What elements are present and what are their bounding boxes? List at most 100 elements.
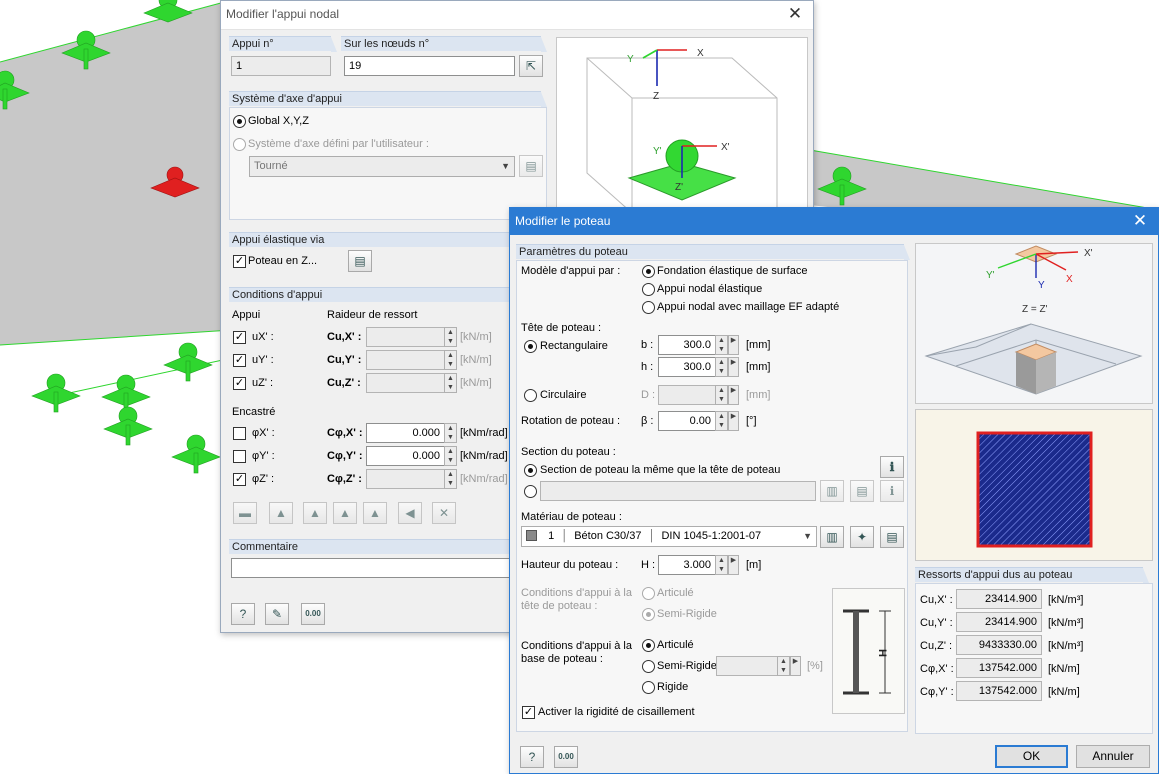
support-col-label: Appui — [232, 309, 261, 321]
help-icon[interactable]: ? — [231, 603, 255, 625]
material-library-icon[interactable]: ▥ — [820, 526, 844, 548]
cphiy-input[interactable]: 0.000 — [366, 446, 445, 466]
base-rigid-radio[interactable] — [642, 681, 655, 694]
support-type-x-icon[interactable]: ▲ — [333, 502, 357, 524]
d-input[interactable] — [658, 385, 716, 405]
axis-user-radio[interactable] — [233, 138, 246, 151]
section-library-icon[interactable]: ▥ — [820, 480, 844, 502]
h-input[interactable]: 300.0 — [658, 357, 716, 377]
section-same-radio[interactable] — [524, 464, 537, 477]
cancel-button[interactable]: Annuler — [1076, 745, 1150, 768]
pick-node-icon[interactable]: ⇱ — [519, 55, 543, 77]
d-spinner[interactable]: ▲ ▼ — [715, 385, 728, 405]
shear-checkbox[interactable]: ✓ — [522, 706, 535, 719]
circ-radio[interactable] — [524, 389, 537, 402]
material-separator: │ — [648, 530, 656, 542]
model-surface-radio[interactable] — [642, 265, 655, 278]
model-nodal-radio[interactable] — [642, 283, 655, 296]
dialog-edit-column: Modifier le poteau ✕ Paramètres du potea… — [509, 207, 1159, 774]
spring-unit: [kN/m] — [1048, 663, 1080, 675]
phiz-label: φZ' : — [252, 473, 275, 485]
h-spinner[interactable]: ▲ ▼ — [715, 357, 728, 377]
beta-spinner[interactable]: ▲ ▼ — [715, 411, 728, 431]
column-checkbox[interactable]: ✓ — [233, 255, 246, 268]
stiffness-col-label: Raideur de ressort — [327, 309, 418, 321]
H-input[interactable]: 3.000 — [658, 555, 716, 575]
axis-global-radio[interactable] — [233, 115, 246, 128]
base-hinged-radio[interactable] — [642, 639, 655, 652]
cphiz-spinner[interactable]: ▲ ▼ — [444, 469, 457, 489]
material-new-icon[interactable]: ✦ — [850, 526, 874, 548]
beta-input[interactable]: 0.00 — [658, 411, 716, 431]
d-arrow[interactable]: ▶ — [728, 385, 739, 405]
section-edit-icon[interactable]: ▤ — [850, 480, 874, 502]
H-arrow[interactable]: ▶ — [728, 555, 739, 575]
axis-user-select[interactable]: Tourné ▼ — [249, 156, 515, 177]
phix-checkbox[interactable] — [233, 427, 246, 440]
close-icon[interactable]: ✕ — [1130, 211, 1150, 231]
cphiy-unit: [kNm/rad] — [460, 450, 508, 462]
edit-axis-icon[interactable]: ▤ — [519, 155, 543, 177]
support-type-wall-icon[interactable]: ◀ — [398, 502, 422, 524]
ok-button[interactable]: OK — [995, 745, 1068, 768]
phiy-checkbox[interactable] — [233, 450, 246, 463]
spring-value: 9433330.00 — [956, 635, 1042, 655]
cuy-spinner[interactable]: ▲ ▼ — [444, 350, 457, 370]
info-icon[interactable]: ℹ — [880, 456, 904, 478]
support-no-field[interactable]: 1 — [231, 56, 331, 76]
support-type-hinged-icon[interactable]: ▬ — [233, 502, 257, 524]
cux-input[interactable] — [366, 327, 445, 347]
phiz-checkbox[interactable]: ✓ — [233, 473, 246, 486]
comment-input[interactable] — [231, 558, 513, 578]
b-spinner[interactable]: ▲ ▼ — [715, 335, 728, 355]
support-type-roller-icon[interactable]: ▲ — [303, 502, 327, 524]
b-input[interactable]: 300.0 — [658, 335, 716, 355]
edit-column-icon[interactable]: ▤ — [348, 250, 372, 272]
rect-radio[interactable] — [524, 340, 537, 353]
uy-checkbox[interactable]: ✓ — [233, 354, 246, 367]
H-spinner[interactable]: ▲ ▼ — [715, 555, 728, 575]
cphix-spinner[interactable]: ▲ ▼ — [444, 423, 457, 443]
material-edit-icon[interactable]: ▤ — [880, 526, 904, 548]
units-icon[interactable]: 0.00 — [301, 603, 325, 625]
section-custom-radio[interactable] — [524, 485, 537, 498]
material-name: Béton C30/37 — [574, 530, 642, 542]
model-mesh-radio[interactable] — [642, 301, 655, 314]
support-type-fixed-icon[interactable]: ▲ — [269, 502, 293, 524]
close-icon[interactable]: ✕ — [785, 4, 805, 24]
h-arrow[interactable]: ▶ — [728, 357, 739, 377]
section-info-icon[interactable]: ℹ — [880, 480, 904, 502]
beta-arrow[interactable]: ▶ — [728, 411, 739, 431]
units-icon[interactable]: 0.00 — [554, 746, 578, 768]
cphiy-spinner[interactable]: ▲ ▼ — [444, 446, 457, 466]
cuz-input[interactable] — [366, 373, 445, 393]
uz-checkbox[interactable]: ✓ — [233, 377, 246, 390]
cuy-input[interactable] — [366, 350, 445, 370]
base-semi-radio[interactable] — [642, 660, 655, 673]
base-semi-spinner[interactable]: ▲ ▼ — [777, 656, 790, 676]
spring-value: 23414.900 — [956, 589, 1042, 609]
base-semi-input[interactable] — [716, 656, 778, 676]
base-semi-arrow[interactable]: ▶ — [790, 656, 801, 676]
top-hinged-radio[interactable] — [642, 587, 655, 600]
cuz-label: Cu,Z' : — [327, 377, 361, 389]
b-arrow[interactable]: ▶ — [728, 335, 739, 355]
cux-spinner[interactable]: ▲ ▼ — [444, 327, 457, 347]
nodes-input[interactable]: 19 — [344, 56, 515, 76]
spring-label: Cu,X' : — [920, 594, 953, 606]
ux-checkbox[interactable]: ✓ — [233, 331, 246, 344]
edit-notes-icon[interactable]: ✎ — [265, 603, 289, 625]
spring-unit: [kN/m³] — [1048, 617, 1084, 629]
cphiz-input[interactable] — [366, 469, 445, 489]
col-preview-zz: Z = Z' — [1022, 304, 1048, 315]
cphix-input[interactable]: 0.000 — [366, 423, 445, 443]
top-semi-radio[interactable] — [642, 608, 655, 621]
spring-value: 137542.000 — [956, 658, 1042, 678]
material-select[interactable]: 1 │ Béton C30/37 │ DIN 1045-1:2001-07 ▼ — [521, 526, 817, 547]
cuz-spinner[interactable]: ▲ ▼ — [444, 373, 457, 393]
help-icon[interactable]: ? — [520, 746, 544, 768]
section-custom-input[interactable] — [540, 481, 816, 501]
axis-header: Système d'axe d'appui — [229, 91, 547, 107]
support-type-y-icon[interactable]: ▲ — [363, 502, 387, 524]
support-type-free-icon[interactable]: ✕ — [432, 502, 456, 524]
